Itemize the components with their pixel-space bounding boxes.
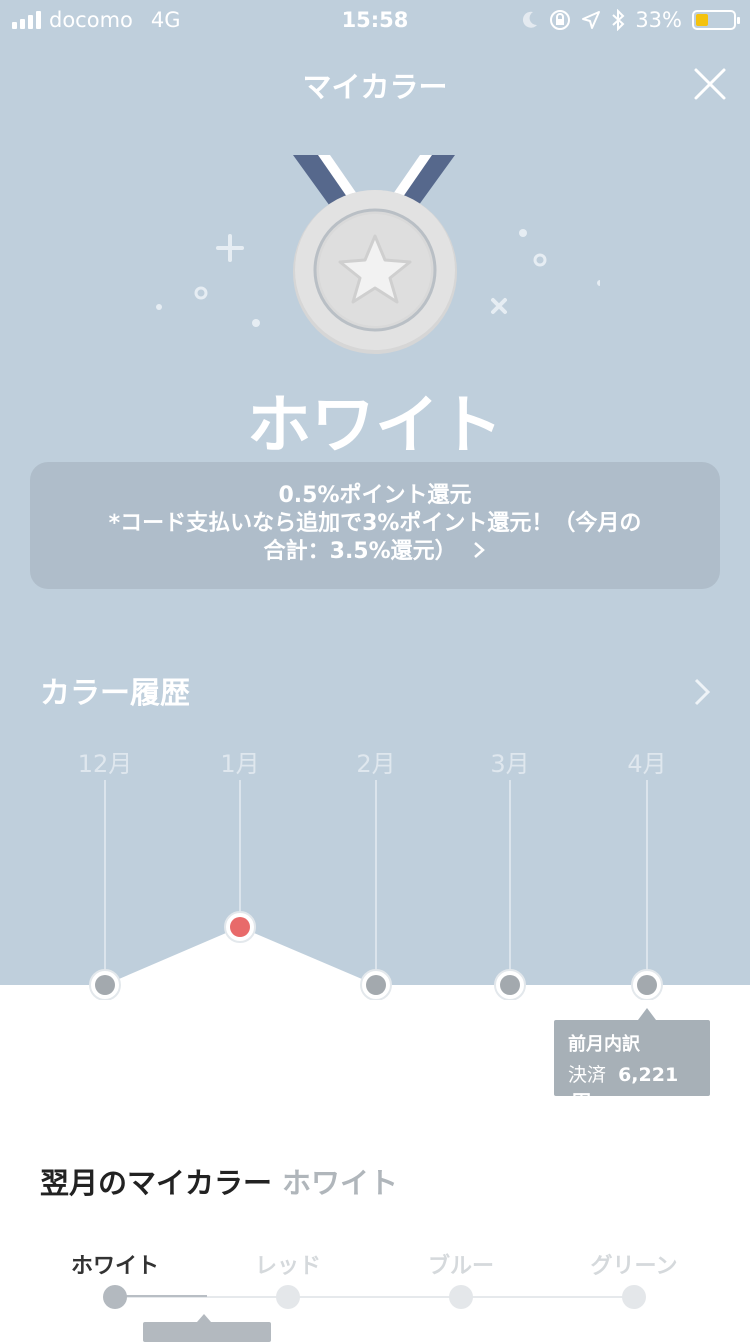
medal-star-icon <box>156 155 600 354</box>
tooltip-row: 決済 6,221 円 <box>568 1060 696 1114</box>
rotation-lock-icon <box>550 10 571 30</box>
chevron-right-icon <box>474 542 486 558</box>
tooltip-label: 決済 <box>568 1064 607 1086</box>
tab-label[interactable]: グリーン <box>591 1248 678 1280</box>
tooltip-value: 6,221 <box>618 1064 679 1086</box>
chart-month-label: 2月 <box>356 750 395 778</box>
battery-icon <box>692 10 740 30</box>
history-title: カラー履歴 <box>40 676 190 711</box>
chart-point <box>95 975 115 995</box>
next-month-label: 翌月のマイカラー <box>40 1166 273 1200</box>
color-tabs: ホワイト レッド ブルー グリーン <box>0 1240 750 1334</box>
info-line-3-text: 合計：3.5%還元） <box>263 539 457 564</box>
chart-month-label: 12月 <box>78 750 133 778</box>
tooltip-title: 前月内訳 <box>568 1034 640 1055</box>
tab-dot[interactable] <box>276 1285 300 1309</box>
page-title: マイカラー <box>302 70 448 104</box>
battery-percent: 33% <box>635 8 682 32</box>
info-line-3: 合計：3.5%還元） <box>30 538 720 566</box>
info-line-1: 0.5%ポイント還元 <box>278 483 472 508</box>
chart-month-label: 4月 <box>627 750 666 778</box>
point-info-box[interactable]: 0.5%ポイント還元 *コード支払いなら追加で3%ポイント還元！（今月の 合計：… <box>30 462 720 589</box>
close-icon[interactable] <box>692 66 728 102</box>
chevron-right-icon[interactable] <box>690 676 716 708</box>
tab-label[interactable]: ホワイト <box>71 1248 159 1280</box>
chart-point <box>366 975 386 995</box>
chart-point <box>500 975 520 995</box>
next-month-color: 翌月のマイカラー ホワイト <box>40 1160 398 1202</box>
tab-label[interactable]: レッド <box>255 1248 321 1280</box>
moon-icon <box>523 11 538 28</box>
tab-dot[interactable] <box>449 1285 473 1309</box>
last-month-breakdown-tooltip: 前月内訳 決済 6,221 円 <box>554 1008 710 1113</box>
chart-month-label: 3月 <box>490 750 529 778</box>
location-icon <box>582 11 601 29</box>
chart-point <box>230 917 250 937</box>
tab-label[interactable]: ブルー <box>428 1248 494 1280</box>
tab-indicator <box>143 1314 271 1342</box>
rank-name: ホワイト <box>247 389 503 463</box>
battery-level <box>696 14 708 26</box>
bluetooth-icon <box>612 9 625 31</box>
tab-dot[interactable] <box>622 1285 646 1309</box>
color-history-chart: 12月 1月 2月 3月 4月 <box>0 750 750 1000</box>
tab-dot[interactable] <box>103 1285 127 1309</box>
info-line-2: *コード支払いなら追加で3%ポイント還元！（今月の <box>108 511 642 536</box>
tooltip-unit: 円 <box>572 1091 592 1113</box>
chart-point <box>637 975 657 995</box>
tab-track-active <box>115 1295 207 1297</box>
status-right: 33% <box>521 8 740 32</box>
next-month-color-value: ホワイト <box>282 1166 399 1200</box>
chart-month-label: 1月 <box>220 750 259 778</box>
status-bar: docomo 4G 15:58 33% <box>0 0 750 40</box>
